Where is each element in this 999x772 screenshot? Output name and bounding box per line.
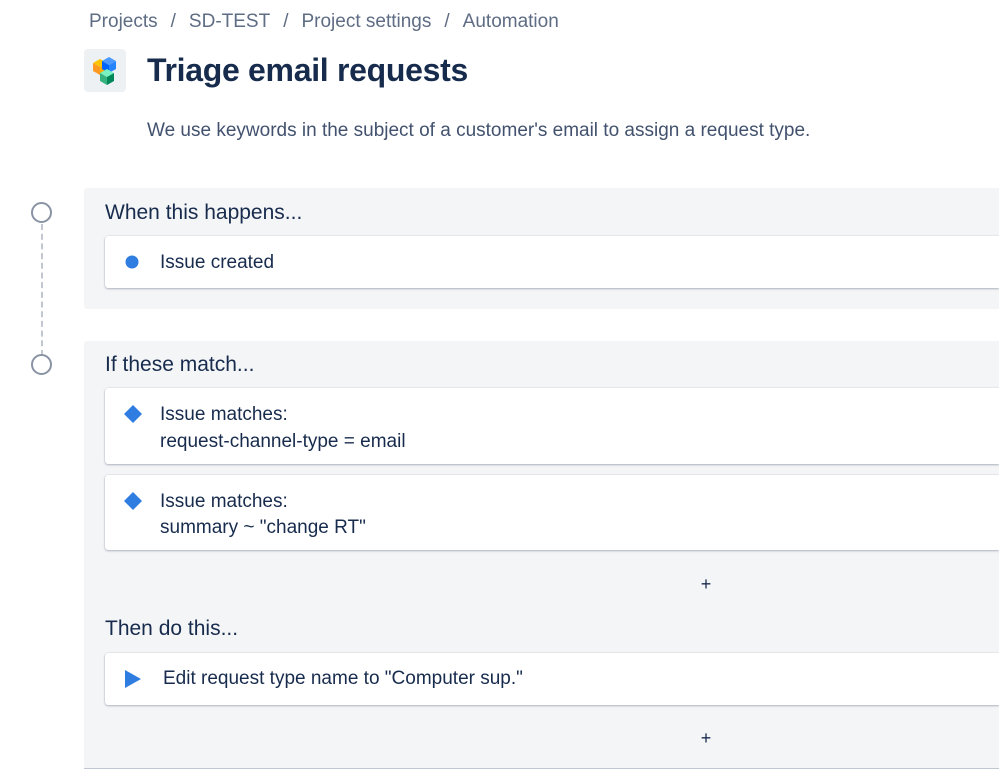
diamond-icon <box>124 492 142 510</box>
conditions-actions-section: If these match... Issue matches: request… <box>84 341 999 769</box>
action-card[interactable]: Edit request type name to "Computer sup.… <box>105 653 999 705</box>
breadcrumb-automation[interactable]: Automation <box>463 11 559 32</box>
breadcrumb-project[interactable]: SD-TEST <box>189 11 270 32</box>
rule-logo <box>84 49 126 92</box>
actions-section-title: Then do this... <box>105 617 239 640</box>
breadcrumb-projects[interactable]: Projects <box>89 11 158 32</box>
trigger-section-title: When this happens... <box>105 201 303 224</box>
timeline-node-trigger <box>31 202 52 223</box>
trigger-card[interactable]: Issue created <box>105 236 999 288</box>
automation-rule-page: Projects / SD-TEST / Project settings / Automa… <box>0 0 999 772</box>
page-title: Triage email requests <box>147 52 468 88</box>
section-divider <box>84 768 999 769</box>
breadcrumb-separator: / <box>283 11 289 32</box>
add-condition-button[interactable]: + <box>696 574 716 595</box>
action-label: Edit request type name to "Computer sup.… <box>163 668 523 689</box>
dot-icon <box>125 255 139 269</box>
breadcrumb-separator: / <box>444 11 450 32</box>
add-action-button[interactable]: + <box>696 728 716 749</box>
condition-card[interactable]: Issue matches: summary ~ "change RT" <box>105 475 999 550</box>
rule-description: We use keywords in the subject of a cust… <box>147 120 811 141</box>
timeline-node-conditions <box>31 354 52 375</box>
trigger-label: Issue created <box>160 252 275 273</box>
condition-card[interactable]: Issue matches: request-channel-type = em… <box>105 388 999 464</box>
play-icon <box>125 670 141 688</box>
condition-label: Issue matches: <box>160 404 288 425</box>
trigger-section: When this happens... Issue created <box>84 188 999 309</box>
condition-detail: summary ~ "change RT" <box>160 517 366 538</box>
cube-logo-icon <box>93 57 116 85</box>
breadcrumb-project-settings[interactable]: Project settings <box>301 11 431 32</box>
breadcrumb: Projects / SD-TEST / Project settings / Automa… <box>89 11 559 33</box>
diamond-icon <box>124 405 142 423</box>
breadcrumb-separator: / <box>170 11 176 32</box>
condition-detail: request-channel-type = email <box>160 431 406 452</box>
timeline-connector <box>41 224 43 356</box>
conditions-section-title: If these match... <box>105 353 255 376</box>
condition-label: Issue matches: <box>160 491 288 512</box>
